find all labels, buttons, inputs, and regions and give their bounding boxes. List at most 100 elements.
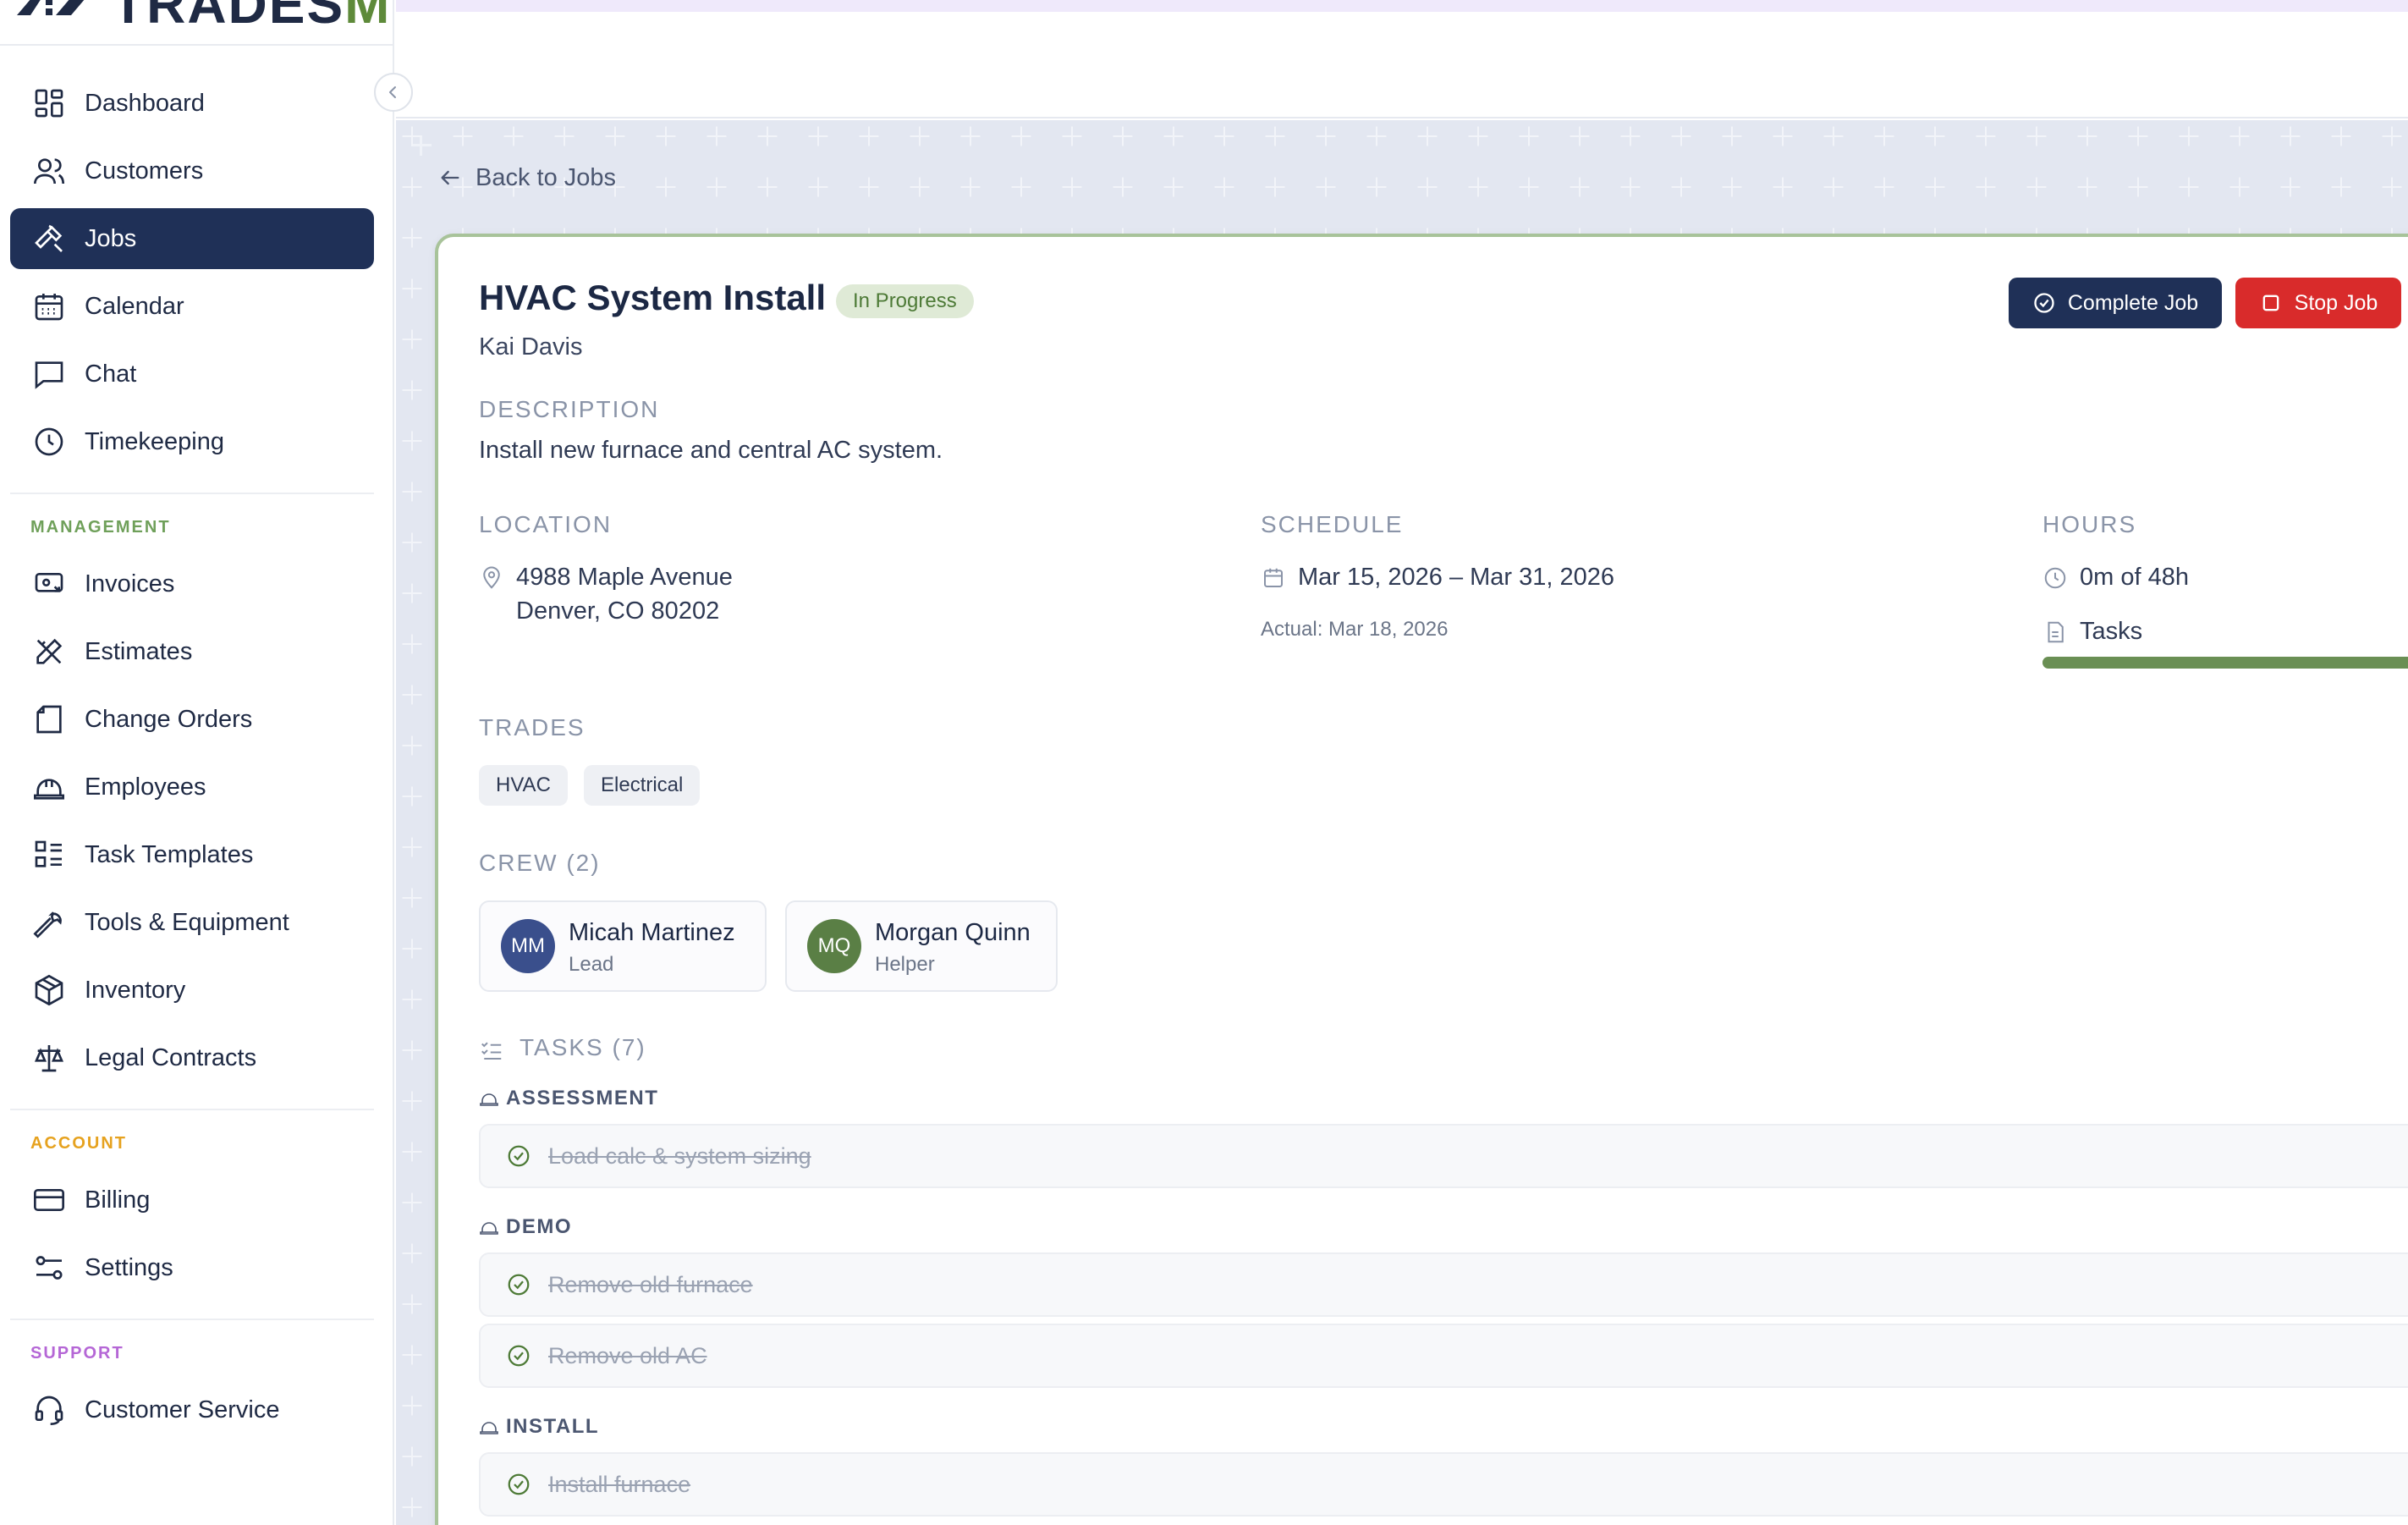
sidebar-item-customers[interactable]: Customers [10,140,374,201]
task-item[interactable]: Remove old furnace [479,1252,2408,1317]
document-icon [2048,621,2064,643]
avatar: MQ [807,919,861,973]
crew-label: CREW (2) [479,850,601,876]
headset-icon [35,1396,63,1425]
sidebar-divider [10,1109,374,1110]
wrench-icon [33,911,62,939]
stop-job-button[interactable]: Stop Job [2235,278,2401,328]
check-circle-icon[interactable] [506,1143,531,1169]
crew-member-card[interactable]: MM Micah Martinez Lead [479,900,767,992]
sidebar-item-label: Customers [85,157,204,184]
sidebar-item-customer-service[interactable]: Customer Service [10,1379,374,1440]
sidebar-item-label: Settings [85,1253,173,1281]
top-accent-strip [396,0,2408,12]
address-line-1: 4988 Maple Avenue [516,564,733,591]
back-to-jobs-link[interactable]: Back to Jobs [438,161,616,195]
task-group-demo: DEMO [479,1215,572,1239]
calendar-icon [1264,568,1283,587]
task-title: Load calc & system sizing [548,1142,811,1169]
map-pin-icon [483,566,500,589]
task-title: Remove old AC [548,1342,707,1368]
arrow-left-icon [441,170,459,185]
sidebar-item-label: Jobs [85,224,137,252]
section-label-support: SUPPORT [30,1344,124,1363]
sidebar-item-label: Billing [85,1186,151,1214]
sidebar-item-change-orders[interactable]: Change Orders [10,689,374,750]
stop-square-icon [2262,295,2279,311]
tasks-label: TASKS (7) [520,1034,646,1060]
logo-text-suffix: MIN [344,0,394,35]
sidebar-item-label: Chat [85,360,137,388]
app-logo[interactable]: TRADESMIN [0,0,394,46]
tasks-progress-fill [2042,657,2408,669]
crew-member-name: Morgan Quinn [875,919,1031,946]
description-label: DESCRIPTION [479,396,660,422]
check-circle-icon[interactable] [506,1472,531,1497]
sidebar-divider [10,493,374,494]
location-label: LOCATION [479,511,613,537]
task-item[interactable]: Install furnace [479,1452,2408,1517]
sidebar-item-label: Task Templates [85,840,254,868]
tasks-progress-label: Tasks [2080,618,2143,645]
task-group-assessment: ASSESSMENT [479,1087,658,1110]
sidebar-item-label: Legal Contracts [85,1043,257,1071]
task-item[interactable]: Remove old AC [479,1324,2408,1388]
sidebar-divider [10,1319,374,1320]
users-icon [34,158,64,184]
task-group-install: INSTALL [479,1415,599,1439]
crew-member-card[interactable]: MQ Morgan Quinn Helper [785,900,1058,992]
sidebar-item-label: Calendar [85,292,184,320]
hours-label: HOURS [2042,511,2137,537]
hours-value: 0m of 48h [2080,564,2189,591]
sidebar-item-billing[interactable]: Billing [10,1170,374,1230]
sidebar: TRADESMIN Dashboard Customers Jobs Calen… [0,0,413,1525]
customer-name[interactable]: Kai Davis [479,333,583,361]
scale-icon [34,1045,64,1072]
document-icon [36,705,62,734]
check-circle-icon[interactable] [506,1343,531,1368]
complete-job-button[interactable]: Complete Job [2009,278,2222,328]
description-text: Install new furnace and central AC syste… [479,437,943,464]
task-item[interactable]: Load calc & system sizing [479,1124,2408,1188]
checklist-icon [481,1042,502,1060]
crew-member-name: Micah Martinez [569,919,735,946]
sidebar-item-label: Tools & Equipment [85,908,289,936]
sidebar-item-label: Dashboard [85,89,205,117]
sidebar-item-dashboard[interactable]: Dashboard [10,73,374,134]
address-line-2: Denver, CO 80202 [516,597,720,625]
sidebar-item-tools-equipment[interactable]: Tools & Equipment [10,892,374,953]
calendar-icon [35,294,63,321]
hardhat-icon [480,1093,498,1106]
sidebar-item-employees[interactable]: Employees [10,757,374,818]
logo-text: TRADESMIN [112,0,394,36]
logo-mark-icon [17,0,85,15]
sidebar-item-estimates[interactable]: Estimates [10,621,374,682]
collapse-sidebar-button[interactable] [374,73,413,112]
hammer-icon [35,224,63,252]
sidebar-item-task-templates[interactable]: Task Templates [10,824,374,885]
section-label-account: ACCOUNT [30,1134,127,1153]
chat-icon [35,361,63,389]
hardhat-icon [480,1222,498,1235]
check-circle-icon[interactable] [506,1272,531,1297]
task-title: Remove old furnace [548,1271,753,1297]
sidebar-item-label: Timekeeping [85,427,224,455]
sidebar-item-label: Invoices [85,570,175,597]
sidebar-item-inventory[interactable]: Inventory [10,960,374,1021]
task-group-name: ASSESSMENT [506,1087,659,1109]
back-link-label: Back to Jobs [476,163,617,191]
task-group-name: INSTALL [506,1415,600,1438]
sidebar-item-calendar[interactable]: Calendar [10,276,374,337]
stop-job-label: Stop Job [2294,290,2378,315]
sidebar-item-legal-contracts[interactable]: Legal Contracts [10,1027,374,1088]
sidebar-item-settings[interactable]: Settings [10,1237,374,1298]
task-group-name: DEMO [506,1215,572,1238]
sidebar-item-timekeeping[interactable]: Timekeeping [10,411,374,472]
sidebar-item-chat[interactable]: Chat [10,344,374,405]
top-bar [396,0,2408,118]
invoice-icon [35,573,63,592]
sidebar-item-invoices[interactable]: Invoices [10,553,374,614]
status-badge: In Progress [836,284,974,318]
section-label-management: MANAGEMENT [30,518,171,537]
sidebar-item-jobs[interactable]: Jobs [10,208,374,269]
